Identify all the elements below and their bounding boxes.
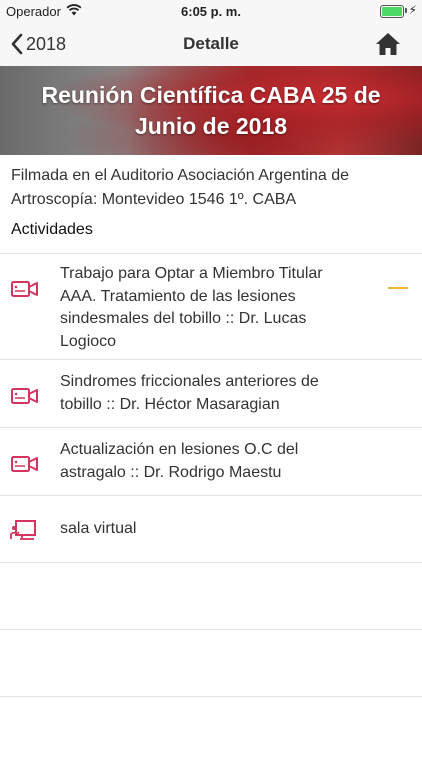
battery-icon [380,5,404,18]
video-camera-icon [11,281,38,297]
activities-list: Trabajo para Optar a Miembro Titular AAA… [0,253,422,763]
event-banner: Reunión Científica CABA 25 de Junio de 2… [0,66,422,155]
activity-title: Actualización en lesiones O.C del astrag… [60,441,299,481]
empty-row [0,562,422,629]
presentation-icon [10,520,36,540]
list-item[interactable]: Sindromes friccionales anteriores de tob… [0,359,422,427]
status-bar: Operador 6:05 p. m. ⚡ [0,0,422,22]
activity-title: Sindromes friccionales anteriores de tob… [60,373,319,413]
progress-indicator [388,287,408,289]
list-item[interactable]: sala virtual [0,495,422,562]
activity-title: Trabajo para Optar a Miembro Titular AAA… [60,265,323,350]
home-icon [376,33,400,55]
activities-heading: Actividades [11,221,93,238]
list-item[interactable]: Actualización en lesiones O.C del astrag… [0,427,422,495]
activity-title: sala virtual [60,520,137,537]
event-location: Filmada en el Auditorio Asociación Argen… [11,167,349,208]
page-title: Detalle [183,34,239,53]
event-title: Reunión Científica CABA 25 de Junio de 2… [41,81,381,139]
battery-cap [405,8,407,13]
empty-row [0,696,422,763]
list-item[interactable]: Trabajo para Optar a Miembro Titular AAA… [0,253,422,359]
navigation-bar: 2018 Detalle [0,22,422,67]
charging-bolt-icon: ⚡ [408,3,417,17]
video-camera-icon [11,388,38,404]
home-button[interactable] [374,30,402,58]
empty-row [0,629,422,696]
clock: 6:05 p. m. [181,4,241,19]
video-camera-icon [11,456,38,472]
